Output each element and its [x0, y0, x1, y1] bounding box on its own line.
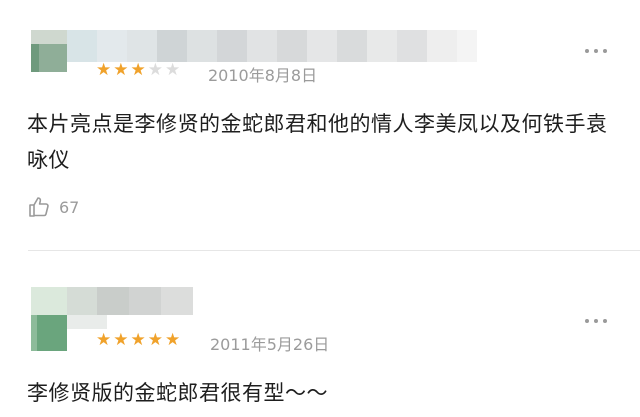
star-filled-icon: ★	[130, 330, 146, 350]
review-card-1: ★ ★ ★ ★ ★ 2010年8月8日 本片亮点是李修贤的金蛇郎君和他的情人李美凤以及何…	[0, 0, 640, 251]
review-date: 2010年8月8日	[208, 66, 318, 85]
star-filled-icon: ★	[147, 330, 163, 350]
review-content: 李修贤版的金蛇郎君很有型～～	[27, 381, 328, 405]
star-empty-icon: ★	[147, 60, 163, 80]
username-blurred-tail	[67, 315, 107, 329]
star-filled-icon: ★	[113, 60, 129, 80]
star-empty-icon: ★	[165, 60, 181, 80]
divider	[28, 250, 640, 251]
more-dots-icon[interactable]	[585, 319, 607, 323]
star-filled-icon: ★	[96, 60, 112, 80]
more-dots-icon[interactable]	[585, 49, 607, 53]
star-filled-icon: ★	[165, 330, 181, 350]
username-blurred[interactable]	[67, 30, 477, 62]
thumbs-up-icon	[29, 197, 49, 217]
like-count: 67	[59, 197, 80, 217]
username-blurred[interactable]	[31, 287, 193, 315]
review-date: 2011年5月26日	[210, 335, 330, 354]
star-filled-icon: ★	[113, 330, 129, 350]
user-avatar[interactable]	[31, 315, 67, 351]
rating-stars: ★ ★ ★ ★ ★	[96, 62, 180, 79]
user-avatar[interactable]	[31, 30, 67, 72]
review-card-2: ★ ★ ★ ★ ★ 2011年5月26日 李修贤版的金蛇郎君很有型～～	[0, 252, 640, 417]
rating-stars: ★ ★ ★ ★ ★	[96, 332, 180, 349]
star-filled-icon: ★	[130, 60, 146, 80]
like-button[interactable]: 67	[27, 195, 79, 219]
review-content: 本片亮点是李修贤的金蛇郎君和他的情人李美凤以及何铁手袁咏仪	[27, 112, 608, 172]
star-filled-icon: ★	[96, 330, 112, 350]
